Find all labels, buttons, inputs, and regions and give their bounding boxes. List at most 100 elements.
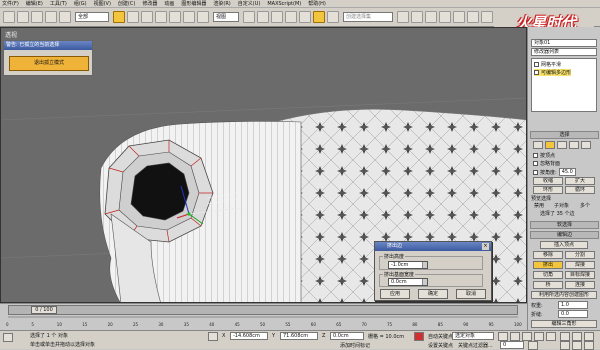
ok-button[interactable]: 确定 (418, 289, 448, 299)
expand-icon[interactable] (534, 70, 539, 75)
menu-rendering[interactable]: 渲染(R) (213, 0, 230, 7)
menu-tools[interactable]: 工具(T) (50, 0, 67, 7)
ring-button[interactable]: 环形 (533, 186, 563, 194)
target-weld-button[interactable]: 目标焊接 (565, 271, 595, 279)
stack-item-label[interactable]: 可编辑多边形 (541, 69, 571, 76)
key-mode-select[interactable]: 选定对象 (452, 332, 494, 340)
stack-item-editable-poly[interactable]: 可编辑多边形 (534, 69, 572, 76)
selection-rollout-header[interactable]: 选择 (530, 131, 599, 139)
stack-item-label[interactable]: 网格平滑 (541, 61, 561, 68)
remove-button[interactable]: 移除 (533, 251, 563, 259)
split-button[interactable]: 分割 (565, 251, 595, 259)
spinner-arrows-icon[interactable] (422, 262, 427, 268)
snap-toggle-icon[interactable] (271, 11, 283, 23)
by-angle-checkbox[interactable]: 按角度: 45.0 (533, 168, 576, 176)
previous-frame-icon[interactable] (510, 332, 520, 341)
loop-button[interactable]: 循环 (565, 186, 595, 194)
window-crossing-icon[interactable] (155, 11, 167, 23)
material-editor-icon[interactable] (467, 11, 479, 23)
menu-group[interactable]: 组(G) (74, 0, 87, 7)
current-frame-field[interactable]: 0 (500, 341, 524, 349)
auto-key-button[interactable]: 自动关键点 (428, 333, 453, 340)
border-mode-icon[interactable] (557, 141, 567, 149)
rectangle-selection-icon[interactable] (141, 11, 153, 23)
select-object-icon[interactable] (113, 11, 125, 23)
exit-isolation-button[interactable]: 退出孤立模式 (9, 56, 89, 71)
select-move-icon[interactable] (169, 11, 181, 23)
menu-maxscript[interactable]: MAXScript(M) (267, 1, 301, 7)
spinner-snap-icon[interactable] (313, 11, 325, 23)
menu-help[interactable]: 帮助(H) (308, 0, 326, 7)
bulb-icon[interactable] (534, 62, 539, 67)
lock-selection-icon[interactable] (208, 332, 218, 341)
redo-icon[interactable] (17, 11, 29, 23)
bind-space-warp-icon[interactable] (59, 11, 71, 23)
weight-spinner[interactable]: 1.0 (558, 301, 588, 309)
grow-button[interactable]: 扩大 (565, 177, 595, 185)
named-selection-set-select[interactable]: 创建选择集 (343, 12, 393, 22)
viewport-label[interactable]: 透视 (5, 30, 17, 39)
shrink-button[interactable]: 收缩 (533, 177, 563, 185)
curve-editor-icon[interactable] (439, 11, 451, 23)
extrude-width-spinner[interactable]: 0.0cm (388, 278, 428, 286)
zoom-extents-icon[interactable] (584, 332, 594, 341)
menu-file[interactable]: 文件(F) (2, 0, 19, 7)
spinner-arrows-icon[interactable] (422, 279, 427, 285)
render-setup-icon[interactable] (481, 11, 493, 23)
time-slider-thumb[interactable]: 0 / 100 (31, 306, 57, 314)
preview-off-radio[interactable]: 禁用 (534, 202, 544, 209)
key-filters-button[interactable]: 关键点过滤器... (458, 342, 493, 349)
go-to-start-icon[interactable] (498, 332, 508, 341)
z-coordinate-field[interactable]: 0.0cm (330, 332, 364, 340)
modifier-list-select[interactable]: 修改器列表 (531, 48, 597, 56)
polygon-mode-icon[interactable] (569, 141, 579, 149)
preview-subobj-radio[interactable]: 子对象 (554, 202, 569, 209)
menu-create[interactable]: 创建(C) (118, 0, 135, 7)
link-icon[interactable] (31, 11, 43, 23)
next-frame-icon[interactable] (534, 332, 544, 341)
chamfer-button[interactable]: 切角 (533, 271, 563, 279)
object-name-field[interactable]: 对象01 (531, 39, 597, 47)
x-coordinate-field[interactable]: -14.608cm (230, 332, 268, 340)
play-icon[interactable] (522, 332, 532, 341)
stack-item-meshsmooth[interactable]: 网格平滑 (534, 61, 561, 68)
align-icon[interactable] (411, 11, 423, 23)
weld-button[interactable]: 焊接 (565, 261, 595, 269)
soft-selection-rollout-header[interactable]: 软选择 (530, 221, 599, 229)
edit-named-selection-icon[interactable] (327, 11, 339, 23)
crease-spinner[interactable]: 0.0 (558, 310, 588, 318)
y-coordinate-field[interactable]: 71.608cm (280, 332, 318, 340)
unlink-icon[interactable] (45, 11, 57, 23)
layer-manager-icon[interactable] (425, 11, 437, 23)
add-time-tag-button[interactable]: 添加时间标记 (340, 342, 370, 349)
connect-button[interactable]: 连接 (565, 281, 595, 289)
modifier-stack[interactable]: 网格平滑 可编辑多边形 (531, 58, 597, 112)
insert-vertex-button[interactable]: 插入顶点 (540, 241, 588, 249)
apply-button[interactable]: 应用 (380, 289, 410, 299)
mirror-icon[interactable] (397, 11, 409, 23)
select-rotate-icon[interactable] (183, 11, 195, 23)
key-icon[interactable] (414, 332, 424, 341)
edge-mode-icon[interactable] (545, 141, 555, 149)
maxscript-listener-icon[interactable] (3, 333, 13, 342)
ignore-backfacing-checkbox[interactable]: 忽略背面 (533, 160, 560, 167)
menu-views[interactable]: 视图(V) (94, 0, 111, 7)
create-shape-button[interactable]: 利用所选内容创建图形 (531, 291, 597, 299)
percent-snap-icon[interactable] (299, 11, 311, 23)
menu-modifiers[interactable]: 修改器 (142, 0, 157, 7)
menu-animation[interactable]: 动画 (164, 0, 174, 7)
zoom-icon[interactable] (560, 332, 570, 341)
bridge-button[interactable]: 桥 (533, 281, 563, 289)
schematic-view-icon[interactable] (453, 11, 465, 23)
by-vertex-checkbox[interactable]: 按顶点 (533, 152, 555, 159)
angle-snap-icon[interactable] (285, 11, 297, 23)
vertex-mode-icon[interactable] (533, 141, 543, 149)
go-to-end-icon[interactable] (546, 332, 556, 341)
select-scale-icon[interactable] (197, 11, 209, 23)
edit-triangulation-button[interactable]: 编辑三角形 (531, 320, 597, 328)
time-slider[interactable]: 0 / 100 (8, 305, 518, 315)
perspective-viewport[interactable]: 透视 警告: 已孤立的当前选择 退出孤立模式 挤出边 × 挤出高度 -1.0cm… (0, 27, 527, 303)
undo-icon[interactable] (3, 11, 15, 23)
extrude-button[interactable]: 挤出 (533, 261, 563, 269)
menu-graph-editors[interactable]: 图形编辑器 (181, 0, 206, 7)
